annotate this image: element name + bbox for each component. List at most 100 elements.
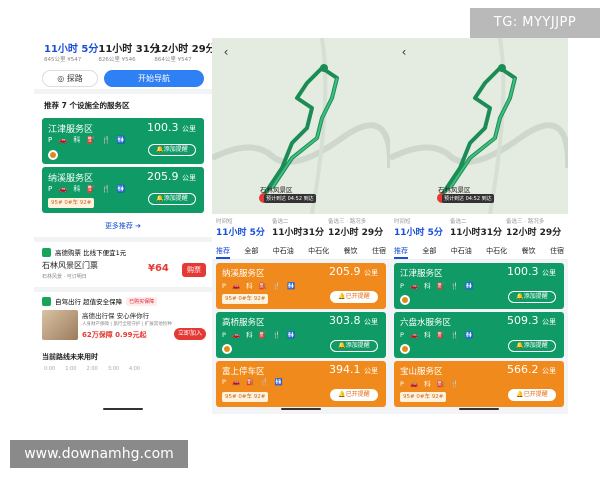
ticket-price: ¥64 xyxy=(148,263,169,274)
bell-icon: 🔔 xyxy=(516,342,524,349)
distance-value: 100.3 xyxy=(147,121,179,134)
watermark-bottom: www.downamhg.com xyxy=(10,440,188,468)
service-area-card[interactable]: 江津服务区 100.3 公里 P 🚗 科 ⛽ 🍴 🚻 🔔添加提醒 xyxy=(42,118,204,164)
route-option-1[interactable]: 11小时 5分 845公里 ¥547 xyxy=(44,40,98,68)
bell-icon: 🔔 xyxy=(516,391,524,398)
add-alert-button[interactable]: 🔔添加提醒 xyxy=(508,291,556,303)
service-area-name: 六盘水服务区 xyxy=(400,318,452,328)
service-area-card[interactable]: 宝山服务区 566.2 公里 P 🚗 科 ⛽ 🍴 95# 0#车 92# 🔔已开… xyxy=(394,361,564,407)
map-panel-3: ‹ 石林风景区 预计到达 04:52 到达 时间短 11小时 5分 备选二 11小时… xyxy=(390,38,568,414)
tab-all[interactable]: 全部 xyxy=(422,242,436,259)
add-alert-button[interactable]: 🔔添加提醒 xyxy=(148,193,196,205)
tab-recommend[interactable]: 推荐 xyxy=(216,242,230,259)
service-area-name: 高桥服务区 xyxy=(222,318,265,328)
route-tab-2[interactable]: 备选二 11小时31分 xyxy=(272,217,328,242)
fuel-tag: 95# 0#车 92# xyxy=(400,392,447,402)
alert-label: 添加提醒 xyxy=(345,342,370,349)
distance-value: 566.2 xyxy=(507,363,539,376)
service-area-distance: 394.1 公里 xyxy=(329,363,378,376)
timeline-tick: 2:00 xyxy=(86,366,98,372)
alert-on-button[interactable]: 🔔已开提醒 xyxy=(508,389,556,401)
distance-value: 100.3 xyxy=(507,265,539,278)
route-tab-label: 时间短 xyxy=(216,219,233,225)
facility-icons: P 🚗 科 ⛽ 🍴 🚻 xyxy=(48,136,128,144)
service-area-card[interactable]: 纳溪服务区 205.9 公里 P 🚗 科 ⛽ 🍴 🚻 95# 0#车 92# 🔔… xyxy=(216,263,386,309)
back-arrow-icon[interactable]: ‹ xyxy=(396,44,412,60)
start-navigation-button[interactable]: 开始导航 xyxy=(104,70,204,87)
add-alert-button[interactable]: 🔔添加提醒 xyxy=(148,144,196,156)
explore-label: 探路 xyxy=(66,74,83,83)
fuel-tag: 95# 0#车 92# xyxy=(222,294,269,304)
facility-icons: P 🚗 ⛽ 🍴 🚻 xyxy=(222,378,285,386)
route-tab-1[interactable]: 时间短 11小时 5分 xyxy=(216,217,272,242)
tab-recommend[interactable]: 推荐 xyxy=(394,242,408,259)
service-area-card[interactable]: 六盘水服务区 509.3 公里 P 🚗 科 ⛽ 🍴 🚻 🔔添加提醒 xyxy=(394,312,564,358)
tab-dining[interactable]: 餐饮 xyxy=(522,242,536,259)
route-map[interactable]: ‹ 石林风景区 预计到达 04:52 到达 xyxy=(212,38,390,214)
tab-dining[interactable]: 餐饮 xyxy=(344,242,358,259)
facility-icons: P 🚗 科 ⛽ 🍴 🚻 xyxy=(400,331,476,339)
route-tab-1[interactable]: 时间短 11小时 5分 xyxy=(394,217,450,242)
tab-lodging[interactable]: 住宿 xyxy=(550,242,564,259)
route-tab-3[interactable]: 备选三 · 路况多 12小时 29分 xyxy=(506,217,562,242)
map-panel-2: ‹ 石林风景区 预计到达 04:52 到达 时间短 11小时 5分 备选二 11小时… xyxy=(212,38,390,414)
route-tab-2[interactable]: 备选二 11小时31分 xyxy=(450,217,506,242)
bell-icon: 🔔 xyxy=(338,293,346,300)
route-tab-3[interactable]: 备选三 · 路况多 12小时 29分 xyxy=(328,217,384,242)
join-button[interactable]: 立即加入 xyxy=(174,328,206,340)
tab-petrochina[interactable]: 中石油 xyxy=(451,242,472,259)
more-label: 更多推荐 xyxy=(104,222,133,230)
alert-on-button[interactable]: 🔔已开提醒 xyxy=(330,389,378,401)
alert-label: 添加提醒 xyxy=(523,342,548,349)
tab-petrochina[interactable]: 中石油 xyxy=(273,242,294,259)
station-logo-icon xyxy=(48,150,58,160)
facility-icons: P 🚗 科 ⛽ 🍴 xyxy=(400,380,461,388)
explore-button[interactable]: ◎ 探路 xyxy=(42,70,98,87)
distance-unit: 公里 xyxy=(364,318,378,326)
add-alert-button[interactable]: 🔔添加提醒 xyxy=(330,340,378,352)
service-area-card[interactable]: 纳溪服务区 205.9 公里 P 🚗 科 ⛽ 🍴 🚻 95# 0#车 92# 🔔… xyxy=(42,167,204,213)
route-detail-panel: 11小时 5分 845公里 ¥547 11小时 31分 826公里 ¥546 1… xyxy=(34,38,212,414)
facility-icons: P 🚗 科 ⛽ 🍴 🚻 xyxy=(400,282,476,290)
tab-sinopec[interactable]: 中石化 xyxy=(486,242,507,259)
route-map-graphic xyxy=(212,38,390,214)
service-area-card[interactable]: 江津服务区 100.3 公里 P 🚗 科 ⛽ 🍴 🚻 🔔添加提醒 xyxy=(394,263,564,309)
distance-value: 303.8 xyxy=(329,314,361,327)
alert-label: 已开提醒 xyxy=(345,391,370,398)
more-recommend-link[interactable]: 更多推荐 ➔ xyxy=(34,216,212,242)
route-map[interactable]: ‹ 石林风景区 预计到达 04:52 到达 xyxy=(390,38,568,214)
route-option-2[interactable]: 11小时 31分 826公里 ¥546 xyxy=(98,40,159,68)
route-tabs: 时间短 11小时 5分 备选二 11小时31分 备选三 · 路况多 12小时 29分 xyxy=(212,214,390,242)
alert-label: 添加提醒 xyxy=(163,195,188,202)
route-tab-label: 备选二 xyxy=(450,219,467,225)
tab-all[interactable]: 全部 xyxy=(244,242,258,259)
home-indicator xyxy=(281,408,321,410)
alert-label: 添加提醒 xyxy=(163,146,188,153)
future-time-title: 当前路线未来用时 xyxy=(42,353,98,361)
tab-lodging[interactable]: 住宿 xyxy=(372,242,386,259)
add-alert-button[interactable]: 🔔添加提醒 xyxy=(508,340,556,352)
back-arrow-icon[interactable]: ‹ xyxy=(218,44,234,60)
insurance-card[interactable]: 高德出行保 安心伴你行 人身财产保障 | 旅行全程守护 | 扩展其他险种 62万… xyxy=(34,308,212,346)
distance-value: 394.1 xyxy=(329,363,361,376)
buy-ticket-button[interactable]: 购票 xyxy=(182,263,206,277)
service-area-card[interactable]: 富上停车区 394.1 公里 P 🚗 ⛽ 🍴 🚻 95# 0#车 92# 🔔已开… xyxy=(216,361,386,407)
insurance-price: 62万保障 0.99元起 xyxy=(82,331,147,339)
service-area-distance: 303.8 公里 xyxy=(329,314,378,327)
ticket-header: 高德购票 比线下便宜1元 xyxy=(34,242,212,259)
distance-value: 205.9 xyxy=(147,170,179,183)
bell-icon: 🔔 xyxy=(338,342,346,349)
distance-unit: 公里 xyxy=(542,269,556,277)
service-area-name: 江津服务区 xyxy=(48,125,94,135)
route-option-3[interactable]: 12小时 29分 864公里 ¥547 xyxy=(154,40,212,68)
distance-value: 509.3 xyxy=(507,314,539,327)
distance-unit: 公里 xyxy=(182,174,196,182)
route-options: 11小时 5分 845公里 ¥547 11小时 31分 826公里 ¥546 1… xyxy=(34,38,212,68)
service-area-distance: 100.3 公里 xyxy=(507,265,556,278)
route-sub: 845公里 ¥547 xyxy=(44,57,82,63)
insurance-sub: 人身财产保障 | 旅行全程守护 | 扩展其他险种 xyxy=(82,322,172,327)
service-area-card[interactable]: 高桥服务区 303.8 公里 P 🚗 科 ⛽ 🍴 🚻 🔔添加提醒 xyxy=(216,312,386,358)
ticket-item[interactable]: 石林风景区门票 石林风景 · 可订明日 ¥64 购票 xyxy=(34,259,212,287)
tab-sinopec[interactable]: 中石化 xyxy=(308,242,329,259)
alert-on-button[interactable]: 🔔已开提醒 xyxy=(330,291,378,303)
